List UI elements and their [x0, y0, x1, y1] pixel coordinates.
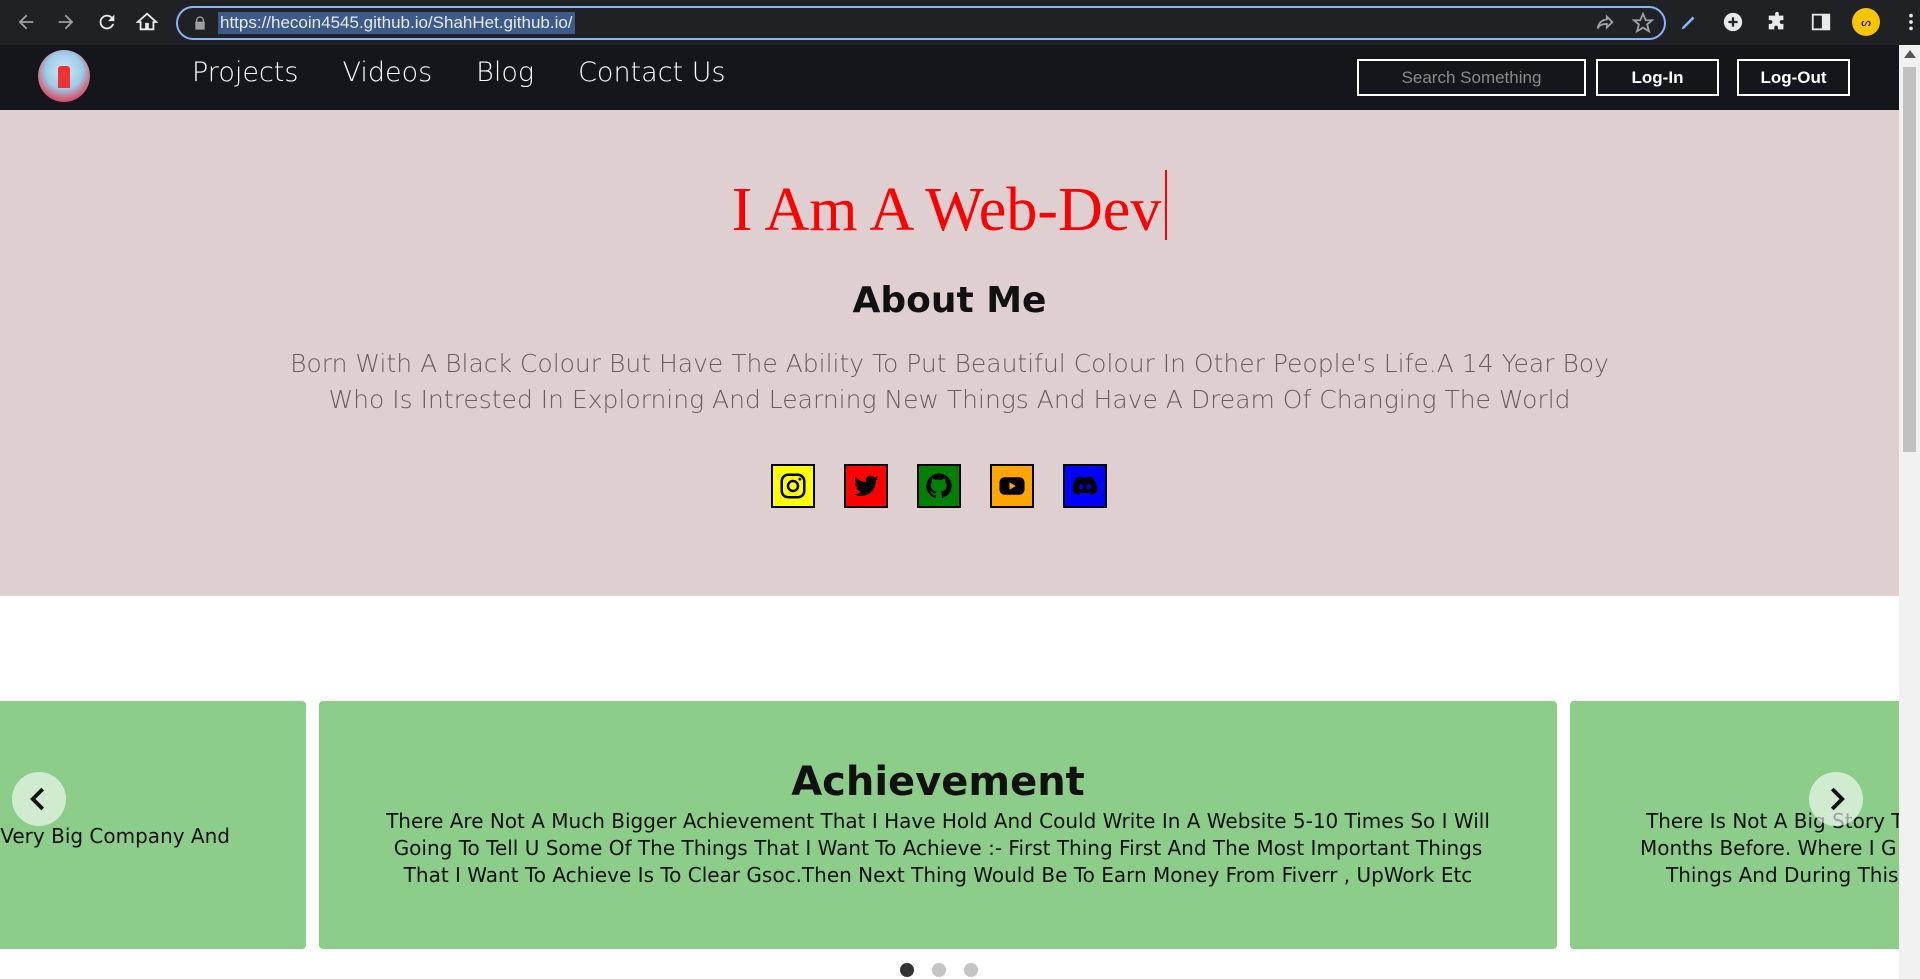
carousel-next-button[interactable] [1809, 772, 1863, 826]
back-button[interactable] [6, 2, 46, 42]
discord-icon [1072, 476, 1098, 495]
carousel-prev-button[interactable] [12, 772, 66, 826]
discord-link[interactable] [1063, 464, 1107, 508]
twitter-icon [853, 475, 879, 497]
slide-title: Achievement [791, 759, 1085, 805]
star-icon[interactable] [1632, 12, 1654, 34]
github-link[interactable] [917, 464, 961, 508]
page-scrollbar[interactable] [1899, 45, 1920, 979]
browser-toolbar: https://hecoin4545.github.io/ShahHet.git… [0, 0, 1920, 45]
scroll-up-icon[interactable] [1904, 50, 1916, 58]
page-viewport: Projects Videos Blog Contact Us Search S… [0, 45, 1899, 979]
site-logo[interactable] [38, 50, 90, 102]
reload-button[interactable] [87, 2, 127, 42]
plus-extension-icon[interactable] [1720, 9, 1746, 35]
slide-line: Things And During This [1666, 863, 1899, 887]
menu-kebab-icon[interactable] [1898, 9, 1920, 35]
home-icon [136, 12, 158, 31]
arrow-right-icon [58, 14, 74, 30]
headline-text: I Am A Web-Dev [731, 176, 1162, 244]
address-bar[interactable]: https://hecoin4545.github.io/ShahHet.git… [176, 6, 1666, 40]
share-icon[interactable] [1594, 12, 1616, 34]
url-text[interactable]: https://hecoin4545.github.io/ShahHet.git… [218, 12, 575, 34]
nav-links: Projects Videos Blog Contact Us [192, 57, 726, 88]
carousel-slide-next: There Is Not A Big Story T Months Before… [1570, 701, 1899, 949]
slide-line: Months Before. Where I G [1640, 836, 1897, 860]
youtube-link[interactable] [990, 464, 1034, 508]
home-button[interactable] [127, 2, 167, 42]
social-links [771, 464, 1107, 508]
nav-link-projects[interactable]: Projects [192, 57, 298, 88]
github-icon [926, 473, 952, 499]
reload-icon [99, 14, 115, 30]
logout-button[interactable]: Log-Out [1737, 59, 1850, 96]
carousel-slide-active: Achievement There Are Not A Much Bigger … [319, 701, 1557, 949]
achievement-carousel: f A Very Big Company And Achievement The… [0, 596, 1899, 979]
chevron-right-icon [1830, 787, 1845, 811]
site-navbar: Projects Videos Blog Contact Us Search S… [0, 45, 1899, 110]
about-title: About Me [852, 280, 1047, 321]
nav-link-videos[interactable]: Videos [342, 57, 432, 88]
lock-icon [195, 16, 205, 30]
arrow-left-icon [18, 14, 34, 30]
twitter-link[interactable] [844, 464, 888, 508]
pen-extension-icon[interactable] [1676, 9, 1702, 35]
puzzle-icon[interactable] [1764, 9, 1790, 35]
carousel-dot-1[interactable] [900, 963, 914, 977]
carousel-indicators [900, 963, 978, 977]
chevron-left-icon [30, 787, 45, 811]
slide-text: There Are Not A Much Bigger Achievement … [386, 809, 1490, 887]
typing-caret [1165, 170, 1168, 240]
profile-avatar[interactable]: ᔕ [1852, 8, 1880, 36]
search-input[interactable]: Search Something [1357, 59, 1586, 96]
youtube-icon [999, 477, 1025, 495]
scrollbar-thumb[interactable] [1903, 67, 1916, 452]
forward-button[interactable] [46, 2, 86, 42]
carousel-dot-3[interactable] [964, 963, 978, 977]
typed-headline: I Am A Web-Dev [0, 170, 1899, 246]
slide-text: f A Very Big Company And [0, 824, 230, 848]
hero-section: I Am A Web-Dev About Me Born With A Blac… [0, 110, 1899, 596]
nav-link-blog[interactable]: Blog [476, 57, 534, 88]
instagram-link[interactable] [771, 464, 815, 508]
slide-text: There Is Not A Big Story T Months Before… [1640, 808, 1899, 889]
carousel-dot-2[interactable] [932, 963, 946, 977]
about-text: Born With A Black Colour But Have The Ab… [290, 349, 1609, 414]
nav-link-contact[interactable]: Contact Us [578, 57, 725, 88]
instagram-icon [780, 473, 806, 499]
login-button[interactable]: Log-In [1596, 59, 1719, 96]
slide-line: There Is Not A Big Story T [1646, 809, 1899, 833]
side-panel-icon[interactable] [1808, 9, 1834, 35]
